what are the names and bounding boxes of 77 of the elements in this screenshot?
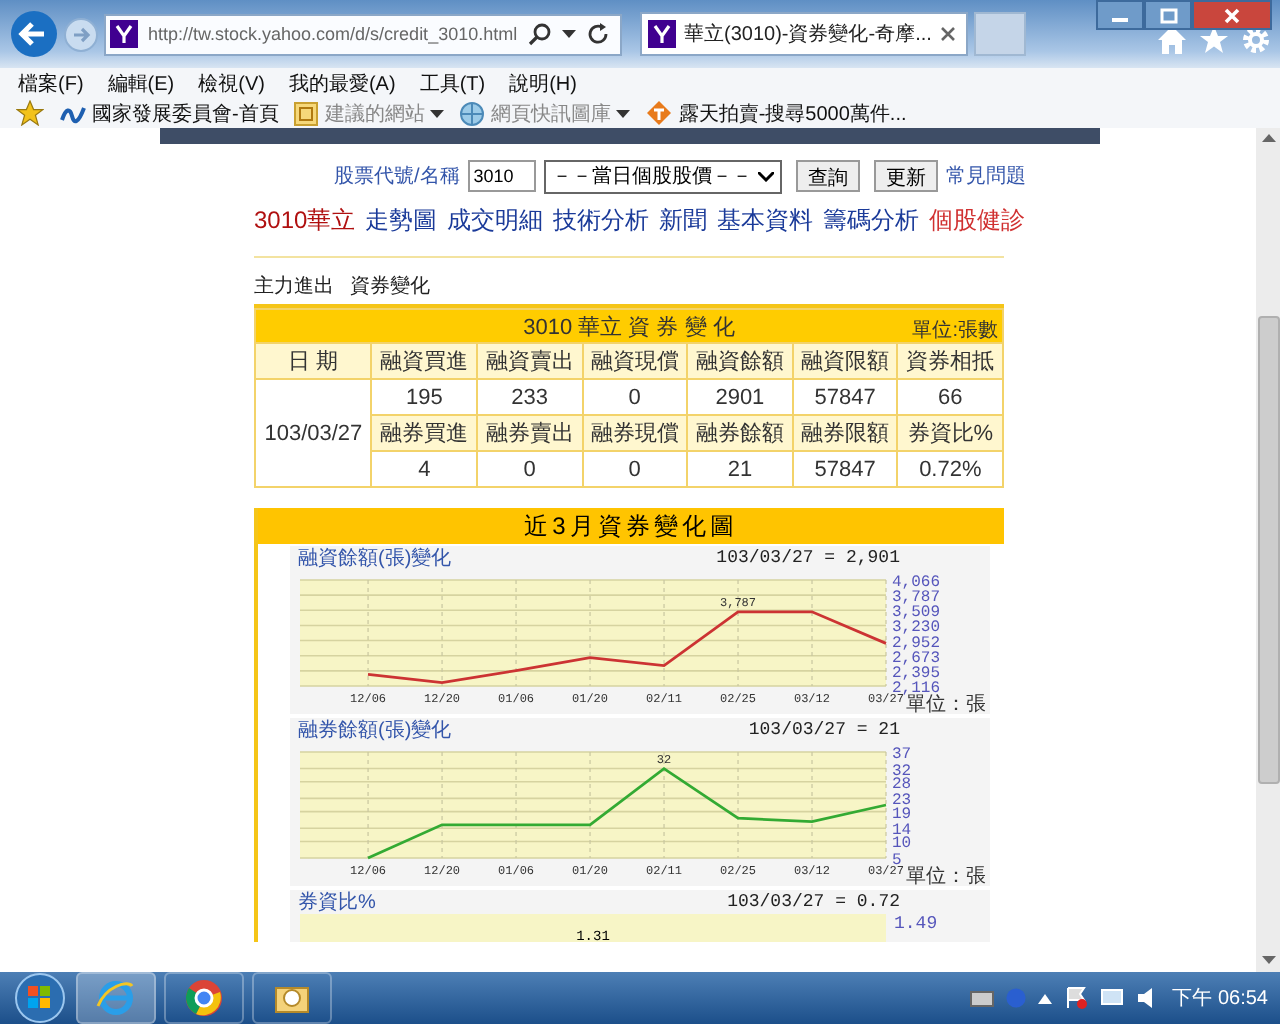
axis-tick-label: 28 xyxy=(892,775,912,794)
unit-label: 單位：張 xyxy=(906,866,986,886)
axis-tick-label: 3,230 xyxy=(892,619,941,638)
column-header: 融券限額 xyxy=(792,415,898,451)
form-button[interactable]: 更新 xyxy=(873,160,938,192)
chart-reading: 103/03/27 = 0.72 xyxy=(727,892,900,912)
chart-title: 券資比% xyxy=(298,889,376,916)
table-cell: 66 xyxy=(897,379,1003,415)
axis-tick-label: 2,673 xyxy=(892,649,941,668)
chart-title: 融資餘額(張)變化 xyxy=(298,545,452,572)
stock-nav-link[interactable]: 技術分析 xyxy=(553,203,650,237)
favorites-link[interactable]: 露天拍賣-搜尋5000萬件... xyxy=(646,99,907,127)
address-bar[interactable]: http://tw.stock.yahoo.com/d/s/credit_3010.html xyxy=(104,13,622,55)
menu-item[interactable]: 工具(T) xyxy=(419,69,486,97)
date-cell: 103/03/27 xyxy=(255,379,372,487)
table-cell: 0 xyxy=(582,379,688,415)
axis-tick-label: 3,509 xyxy=(892,604,941,623)
table-cell: 0 xyxy=(582,451,688,487)
table-cell: 195 xyxy=(371,379,477,415)
table-cell: 0.72% xyxy=(897,451,1003,487)
table-cell: 21 xyxy=(687,451,793,487)
favorites-link[interactable]: 國家發展委員會-首頁 xyxy=(60,99,279,127)
stock-nav-link[interactable]: 3010華立 xyxy=(254,203,356,237)
menu-item[interactable]: 編輯(E) xyxy=(107,69,175,97)
table-cell: 233 xyxy=(476,379,583,415)
chart-reading: 103/03/27 = 2,901 xyxy=(716,548,900,568)
table-cell: 0 xyxy=(476,451,583,487)
column-header: 券資比% xyxy=(897,415,1003,451)
quote-select[interactable]: －－當日個股股價－－ xyxy=(543,159,782,193)
column-header: 融券餘額 xyxy=(687,415,793,451)
table-cell: 4 xyxy=(371,451,477,487)
stock-nav-link[interactable]: 籌碼分析 xyxy=(823,203,920,237)
axis-tick-label: 19 xyxy=(892,805,912,824)
chart-title: 融券餘額(張)變化 xyxy=(298,717,452,744)
stock-code-field[interactable]: 3010 xyxy=(467,160,536,192)
column-header: 日 期 xyxy=(255,343,372,379)
axis-tick-label: 2,395 xyxy=(892,664,941,683)
stock-nav-link[interactable]: 個股健診 xyxy=(929,203,1026,237)
axis-tick-label: 37 xyxy=(892,746,912,764)
menu-item[interactable]: 檢視(V) xyxy=(198,69,265,97)
column-header: 融券賣出 xyxy=(476,415,583,451)
stock-nav-link[interactable]: 基本資料 xyxy=(717,203,814,237)
column-header: 融資餘額 xyxy=(687,343,793,379)
stock-nav-link[interactable]: 新聞 xyxy=(659,203,708,237)
stock-nav-link[interactable]: 成交明細 xyxy=(447,203,544,237)
sub-nav-link[interactable]: 資券變化 xyxy=(350,272,430,296)
unit-label: 單位:張數 xyxy=(912,318,998,344)
column-header: 融資限額 xyxy=(792,343,898,379)
unit-label: 單位：張 xyxy=(906,694,986,714)
table-cell: 57847 xyxy=(792,451,898,487)
column-header: 融券現償 xyxy=(582,415,688,451)
table-cell: 57847 xyxy=(792,379,898,415)
stock-nav-link[interactable]: 走勢圖 xyxy=(365,203,438,237)
menu-item[interactable]: 說明(H) xyxy=(509,69,577,97)
axis-tick-label: 10 xyxy=(892,835,912,854)
form-button[interactable]: 查詢 xyxy=(795,160,860,192)
chart-reading: 103/03/27 = 21 xyxy=(748,720,900,740)
axis-tick-label: 2,952 xyxy=(892,634,941,653)
column-header: 融資買進 xyxy=(371,343,477,379)
browser-tab[interactable]: 華立(3010)-資券變化-奇摩... xyxy=(640,12,968,56)
column-header: 融資賣出 xyxy=(476,343,583,379)
column-header: 融資現償 xyxy=(582,343,688,379)
column-header: 融券買進 xyxy=(371,415,477,451)
menu-item[interactable]: 我的最愛(A) xyxy=(288,69,396,97)
menu-item[interactable]: 檔案(F) xyxy=(18,69,84,97)
axis-tick-label: 4,066 xyxy=(892,574,941,592)
column-header: 資券相抵 xyxy=(897,343,1003,379)
table-cell: 2901 xyxy=(687,379,793,415)
faq-link[interactable]: 常見問題 xyxy=(945,162,1026,190)
table-title: 3010 華立 資 券 變 化 xyxy=(523,315,735,339)
stock-code-label: 股票代號/名稱 xyxy=(334,163,460,190)
clock[interactable]: 下午 06:54 xyxy=(1172,984,1268,1012)
axis-tick-label: 1.49 xyxy=(894,914,938,934)
chart-panel-title: 近3月資券變化圖 xyxy=(258,508,1004,544)
sub-nav-link[interactable]: 主力進出 xyxy=(254,272,334,296)
tab-title: 華立(3010)-資券變化-奇摩... xyxy=(684,21,932,48)
axis-tick-label: 3,787 xyxy=(892,589,941,608)
